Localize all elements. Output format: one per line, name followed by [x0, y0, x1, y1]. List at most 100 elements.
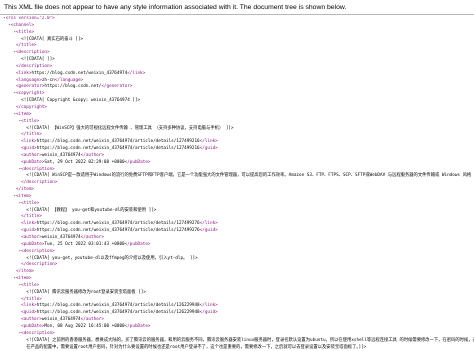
line-indent [3, 50, 13, 55]
xml-text: weixin_43764974 [42, 317, 81, 322]
xml-tag: </guid> [200, 228, 218, 233]
xml-tag: <item> [16, 276, 32, 281]
line-indent [3, 84, 13, 89]
xml-tag: <guid> [21, 310, 37, 315]
xml-tag: <author> [21, 153, 42, 158]
line-indent [3, 256, 24, 261]
xml-tag: </link> [200, 221, 218, 226]
xml-tag: </title> [16, 43, 37, 48]
xml-cdata: <![CDATA[ 真实石的奋斗 ]]> [21, 37, 83, 42]
xml-tag: <description> [16, 50, 50, 55]
xml-tag: <title> [16, 30, 34, 35]
xml-tag: <link> [21, 303, 37, 308]
xml-tag: <link> [16, 71, 32, 76]
xml-tag: </copyright> [16, 105, 47, 110]
xml-line[interactable]: ▾<description> [3, 50, 474, 57]
xml-line: <![CDATA[ 真实石的奋斗 ]]> [3, 37, 474, 44]
line-indent [3, 119, 19, 124]
line-indent [3, 153, 19, 158]
line-indent [3, 30, 13, 35]
xml-line[interactable]: ▾<title> [3, 201, 474, 208]
xml-line[interactable]: ▾<channel> [3, 23, 474, 30]
xml-cdata: <![CDATA[ Copyright &copy; weixin_437649… [21, 98, 140, 103]
xml-line: <generator>https://blog.csdn.net/</gener… [3, 84, 474, 91]
xml-tag: </description> [21, 262, 57, 267]
xml-line[interactable]: ▾<title> [3, 30, 474, 37]
xml-tag: <title> [21, 283, 39, 288]
line-indent [3, 91, 13, 96]
line-indent [3, 57, 19, 62]
xml-text: https://blog.csdn.net/weixin_43764974/ar… [37, 228, 200, 233]
xml-cdata: <![CDATA[ 【教程】 you-get和youtube-dl的安装和使用 … [26, 208, 156, 213]
xml-line[interactable]: ▾<item> [3, 276, 474, 283]
xml-text: Sat, 29 Oct 2022 02:29:08 +0800 [44, 160, 124, 165]
xml-tag: </link> [200, 139, 218, 144]
xml-tag: <pubDate> [21, 160, 44, 165]
line-indent [3, 214, 19, 219]
line-indent [3, 173, 24, 178]
line-indent [3, 303, 19, 308]
xml-cdata: <![CDATA[ 腾讯云服务器修改为root登录安装宝塔面板 ]]> [26, 290, 146, 295]
xml-text: https://blog.csdn.net/weixin_43764974/ar… [37, 310, 200, 315]
xml-tag: </title> [21, 214, 42, 219]
xml-line: <link>https://blog.csdn.net/weixin_43764… [3, 139, 474, 146]
xml-tag: <pubDate> [21, 242, 44, 247]
line-indent [3, 194, 13, 199]
line-indent [3, 338, 24, 343]
line-indent [3, 208, 24, 213]
xml-line[interactable]: ▾<description> [3, 331, 474, 338]
line-indent [3, 228, 19, 233]
xml-line: </description> [3, 64, 474, 71]
xml-tag: <description> [21, 167, 55, 172]
line-indent [3, 297, 19, 302]
line-indent [3, 160, 19, 165]
xml-tag: </description> [16, 64, 52, 69]
xml-tag: <description> [21, 331, 55, 336]
xml-cdata: <![CDATA[ WinSCP是一款适用于Windows的流行的免费SFTP和… [26, 173, 474, 178]
xml-line: </title> [3, 43, 474, 50]
xml-tag: </pubDate> [125, 242, 151, 247]
xml-line: <![CDATA[ WinSCP是一款适用于Windows的流行的免费SFTP和… [3, 173, 474, 180]
xml-tag: <author> [21, 317, 42, 322]
xml-line: <pubDate>Sat, 29 Oct 2022 02:29:08 +0800… [3, 160, 474, 167]
xml-line[interactable]: ▾<title> [3, 119, 474, 126]
line-indent [3, 37, 19, 42]
xml-style-notice: This XML file does not appear to have an… [4, 4, 470, 12]
line-indent [3, 201, 19, 206]
xml-tag: <rss version="2.0"> [6, 16, 55, 21]
line-indent [3, 132, 19, 137]
xml-tag: </guid> [200, 146, 218, 151]
xml-line: </item> [3, 269, 474, 276]
xml-line: <author>weixin_43764974</author> [3, 235, 474, 242]
xml-text: https://blog.csdn.net/weixin_43764974/ar… [37, 146, 200, 151]
xml-tag: </pubDate> [125, 160, 151, 165]
xml-line: <author>weixin_43764974</author> [3, 153, 474, 160]
notice-divider [0, 14, 474, 15]
xml-line: <author>weixin_43764974</author> [3, 317, 474, 324]
xml-tag: <item> [16, 194, 32, 199]
xml-line: <link>https://blog.csdn.net/weixin_43764… [3, 71, 474, 78]
xml-tag: </link> [127, 71, 145, 76]
xml-line[interactable]: ▾<item> [3, 194, 474, 201]
xml-line[interactable]: ▾<item> [3, 112, 474, 119]
xml-line[interactable]: ▾<title> [3, 283, 474, 290]
xml-line[interactable]: ▾<description> [3, 249, 474, 256]
line-indent [3, 167, 19, 172]
xml-tag: <generator> [16, 84, 44, 89]
xml-tag: </author> [81, 153, 104, 158]
xml-tag: </description> [21, 180, 57, 185]
xml-text: https://blog.csdn.net/weixin_43764974 [31, 71, 127, 76]
xml-tag: </item> [16, 187, 34, 192]
xml-tag: <item> [16, 112, 32, 117]
xml-text: Tue, 25 Oct 2022 03:01:43 +0800 [44, 242, 124, 247]
xml-tag: <guid> [21, 228, 37, 233]
line-indent [3, 105, 13, 110]
line-indent [3, 146, 19, 151]
xml-tag: </guid> [200, 310, 218, 315]
line-indent [3, 235, 19, 240]
xml-line[interactable]: ▾<rss version="2.0"> [3, 16, 474, 23]
xml-text: https://blog.csdn.net/ [44, 84, 101, 89]
xml-cdata: 在产品的配置中，需要设置root用户密码，针对为什么要设置的时候也还是root用… [26, 345, 366, 350]
line-indent [3, 269, 13, 274]
xml-line: <guid>https://blog.csdn.net/weixin_43764… [3, 228, 474, 235]
